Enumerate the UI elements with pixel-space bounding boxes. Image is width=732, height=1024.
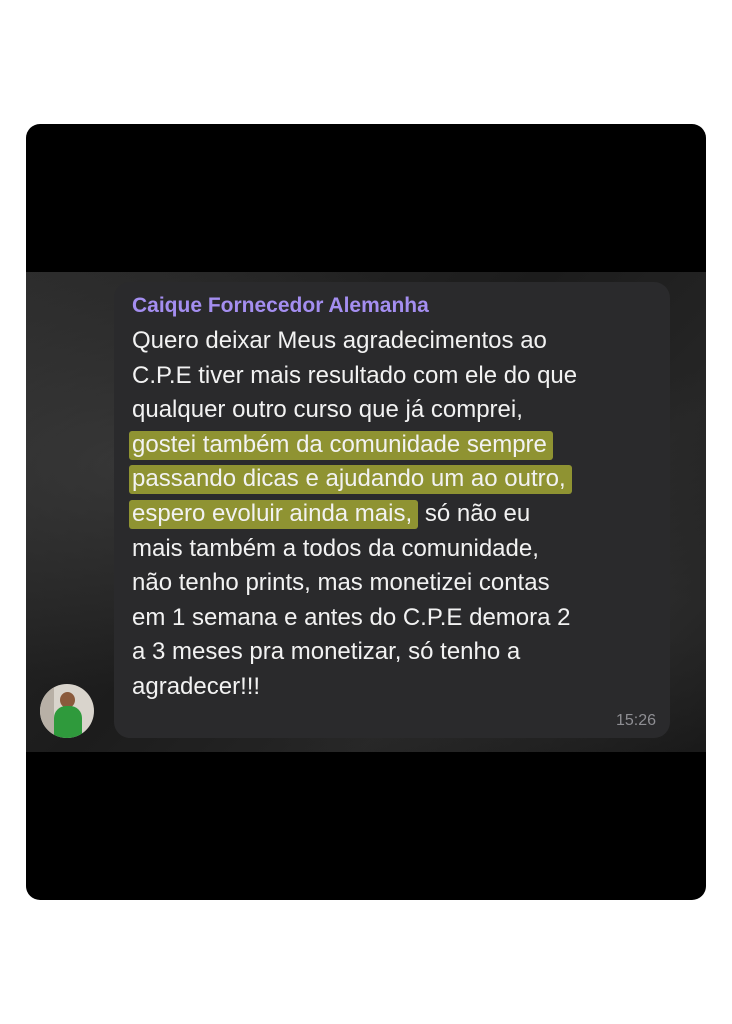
- message-line: gostei também da comunidade sempre: [129, 428, 654, 463]
- highlighted-text: gostei também da comunidade sempre: [129, 430, 553, 460]
- sender-name[interactable]: Caique Fornecedor Alemanha: [132, 292, 654, 320]
- message-line: Quero deixar Meus agradecimentos ao: [132, 327, 547, 354]
- message-line: qualquer outro curso que já comprei,: [132, 396, 523, 424]
- message-line: C.P.E tiver mais resultado com ele do qu…: [132, 361, 578, 389]
- message-line: passando dicas e ajudando um ao outro,: [129, 462, 654, 497]
- highlighted-text: passando dicas e ajudando um ao outro,: [129, 465, 572, 495]
- message-line: agradecer!!!: [132, 672, 261, 700]
- screenshot-frame: Caique Fornecedor Alemanha Quero deixar …: [26, 124, 706, 900]
- message-line: a 3 meses pra monetizar, só tenho a: [132, 638, 521, 666]
- message-timestamp: 15:26: [615, 712, 656, 729]
- message-text: Quero deixar Meus agradecimentos ao C.P.…: [129, 324, 654, 705]
- message-bubble[interactable]: Caique Fornecedor Alemanha Quero deixar …: [114, 282, 670, 738]
- message-line: espero evoluir ainda mais, só não eu: [129, 497, 654, 532]
- message-line: em 1 semana e antes do C.P.E demora 2: [132, 603, 571, 631]
- sender-avatar[interactable]: [40, 684, 94, 738]
- message-line: não tenho prints, mas monetizei contas: [132, 569, 550, 597]
- message-line: mais também a todos da comunidade,: [132, 534, 539, 562]
- highlighted-text: espero evoluir ainda mais,: [129, 499, 419, 529]
